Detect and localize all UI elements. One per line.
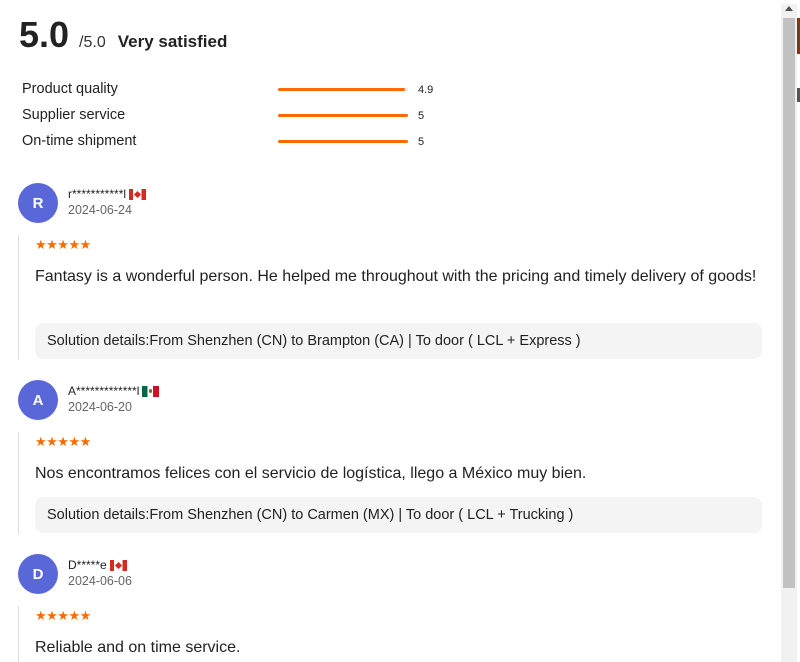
review-date: 2024-06-24 bbox=[68, 203, 132, 217]
flag-canada-icon bbox=[109, 559, 127, 571]
metric-bar bbox=[278, 88, 408, 91]
avatar: A bbox=[18, 380, 58, 420]
star-rating: ★★★★★ bbox=[35, 434, 91, 449]
review-item: D D*****e 2024-06-06 ★★★★★ Reliable and … bbox=[0, 554, 780, 662]
avatar: D bbox=[18, 554, 58, 594]
metric-value: 5 bbox=[418, 110, 425, 122]
review-text: Reliable and on time service. bbox=[35, 639, 241, 656]
reviewer-name-text: r***********l bbox=[68, 187, 127, 201]
vertical-scrollbar[interactable] bbox=[781, 4, 797, 662]
metric-bar bbox=[278, 114, 408, 117]
metric-bar-fill bbox=[278, 140, 408, 143]
review-body: ★★★★★ Nos encontramos felices con el ser… bbox=[18, 432, 763, 534]
flag-mexico-icon bbox=[142, 385, 160, 397]
star-rating: ★★★★★ bbox=[35, 608, 91, 623]
solution-details: Solution details:From Shenzhen (CN) to C… bbox=[35, 497, 762, 533]
satisfaction-label: Very satisfied bbox=[117, 32, 228, 51]
metric-bar bbox=[278, 140, 408, 143]
review-text: Fantasy is a wonderful person. He helped… bbox=[35, 268, 757, 285]
rating-summary: 5.0 /5.0 Very satisfied bbox=[19, 14, 227, 56]
scroll-up-arrow-icon[interactable] bbox=[785, 6, 793, 11]
scrollbar-thumb[interactable] bbox=[783, 18, 795, 588]
review-item: A A*************l 2024-06-20 ★★★★★ Nos e… bbox=[0, 380, 780, 540]
metric-product-quality: Product quality 4.9 bbox=[22, 80, 462, 100]
review-body: ★★★★★ Fantasy is a wonderful person. He … bbox=[18, 235, 763, 359]
metric-label: On-time shipment bbox=[22, 133, 137, 149]
metric-label: Product quality bbox=[22, 81, 118, 97]
reviewer-name-text: D*****e bbox=[68, 558, 107, 572]
flag-canada-icon bbox=[129, 188, 147, 200]
reviewer-name: D*****e bbox=[68, 558, 127, 572]
metric-label: Supplier service bbox=[22, 107, 126, 123]
metric-value: 5 bbox=[418, 136, 425, 148]
overall-score: 5.0 bbox=[19, 14, 70, 55]
review-date: 2024-06-06 bbox=[68, 574, 132, 588]
star-rating: ★★★★★ bbox=[35, 237, 91, 252]
reviewer-name: r***********l bbox=[68, 187, 147, 201]
review-body: ★★★★★ Reliable and on time service. bbox=[18, 606, 763, 662]
metric-bar-fill bbox=[278, 88, 406, 91]
review-item: R r***********l 2024-06-24 ★★★★★ Fantasy… bbox=[0, 183, 780, 363]
solution-details: Solution details:From Shenzhen (CN) to B… bbox=[35, 323, 762, 359]
score-max: /5.0 bbox=[79, 34, 106, 51]
metric-on-time-shipment: On-time shipment 5 bbox=[22, 132, 462, 152]
review-text: Nos encontramos felices con el servicio … bbox=[35, 465, 587, 482]
metric-bar-fill bbox=[278, 114, 408, 117]
reviewer-name: A*************l bbox=[68, 384, 160, 398]
reviews-panel: 5.0 /5.0 Very satisfied Product quality … bbox=[0, 0, 780, 662]
reviewer-name-text: A*************l bbox=[68, 384, 140, 398]
avatar: R bbox=[18, 183, 58, 223]
review-date: 2024-06-20 bbox=[68, 400, 132, 414]
metric-value: 4.9 bbox=[418, 84, 434, 96]
metric-supplier-service: Supplier service 5 bbox=[22, 106, 462, 126]
